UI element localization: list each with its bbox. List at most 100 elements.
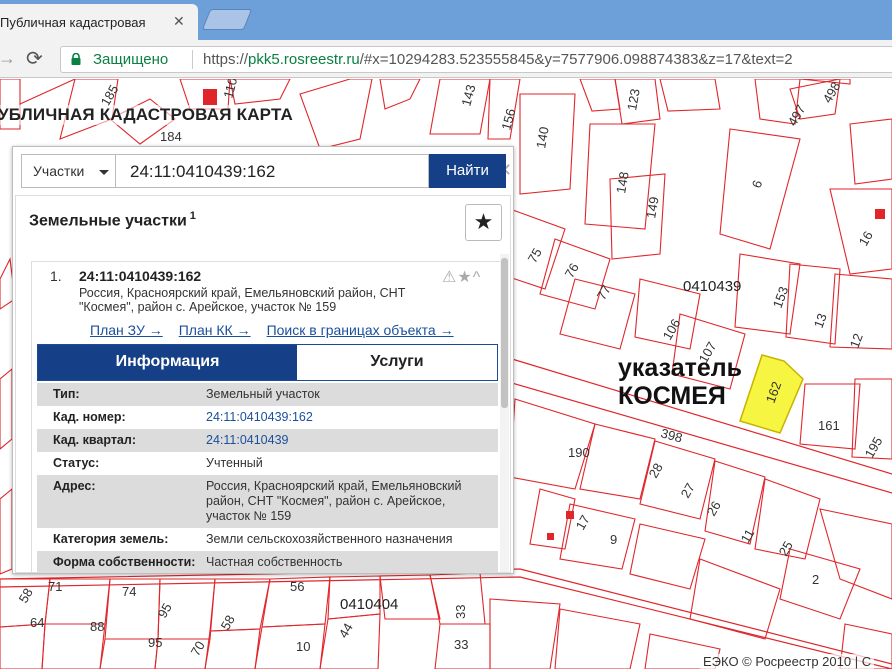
- parcel-label: 16: [856, 228, 876, 248]
- parcel-label: 33: [454, 637, 468, 652]
- annotation-line-2: КОСМЕЯ: [618, 382, 726, 410]
- parcel-label: 77: [594, 282, 614, 302]
- attribute-row: Статус: Учтенный: [37, 452, 498, 475]
- object-type-select[interactable]: Участки: [21, 154, 116, 188]
- address-bar[interactable]: Защищено https://pkk5.rosreestr.ru/#x=10…: [60, 46, 892, 73]
- parcel-label: 9: [610, 532, 617, 547]
- parcel-label: 13: [811, 311, 830, 330]
- url-text[interactable]: https://pkk5.rosreestr.ru/#x=10294283.52…: [203, 51, 793, 68]
- attribute-key: Тип:: [53, 387, 80, 401]
- result-actions-icons[interactable]: ⚠★^: [442, 267, 481, 287]
- parcel-label: 140: [533, 126, 552, 150]
- attribute-row: Категория земель: Земли сельскохозяйствен…: [37, 528, 498, 551]
- attributes-table: Тип: Земельный участок Кад. номер: 24:11:0…: [37, 383, 498, 572]
- attribute-key: Категория земель:: [53, 532, 169, 546]
- attribute-key: Кад. номер:: [53, 410, 126, 424]
- tab-close-icon[interactable]: ✕: [173, 13, 185, 30]
- parcel-label: 149: [643, 196, 662, 220]
- map-marker: [566, 511, 574, 519]
- attribute-value: Учтенный: [206, 456, 263, 470]
- parcel-label: 88: [90, 619, 104, 634]
- parcel-label: 2: [812, 572, 819, 587]
- result-card[interactable]: 1. 24:11:0410439:162 Россия, Красноярски…: [31, 261, 501, 573]
- parcel-label: 70: [188, 638, 208, 658]
- attribute-row: Тип: Земельный участок: [37, 383, 498, 406]
- attribute-value: Частная собственность: [206, 555, 343, 569]
- results-panel: Земельные участки 1 ★ 1. 24:11:0410439:16…: [15, 195, 511, 573]
- result-links: План ЗУ → План КК → Поиск в границах объек…: [90, 322, 470, 338]
- map-title: УБЛИЧНАЯ КАДАСТРОВАЯ КАРТА: [0, 105, 293, 125]
- parcel-label: 74: [122, 584, 136, 599]
- browser-tab-bar: Публичная кадастровая ✕: [0, 0, 892, 40]
- parcel-label: 71: [48, 579, 62, 594]
- favorites-button[interactable]: ★: [465, 204, 502, 241]
- attribute-key: Форма собственности:: [53, 555, 196, 569]
- tab-title: Публичная кадастровая: [0, 15, 146, 30]
- parcel-label: 6: [749, 178, 766, 190]
- result-index: 1.: [50, 268, 62, 284]
- url-host: pkk5.rosreestr.ru: [248, 51, 360, 68]
- tab-services[interactable]: Услуги: [297, 345, 497, 380]
- search-query-text: 24:11:0410439:162: [130, 162, 276, 181]
- attribute-value: Россия, Красноярский край, Емельяновский…: [206, 479, 462, 523]
- parcel-label: 44: [336, 620, 356, 640]
- attribute-key: Кад. квартал:: [53, 433, 136, 447]
- parcel-label: 56: [290, 579, 304, 594]
- attribute-value-link[interactable]: 24:11:0410439:162: [206, 410, 491, 425]
- tab-information[interactable]: Информация: [38, 345, 297, 380]
- reload-icon[interactable]: ⟳: [26, 46, 43, 71]
- parcel-label: 10: [296, 639, 310, 654]
- results-heading-text: Земельные участки: [29, 212, 187, 230]
- search-bar: Участки 24:11:0410439:162 ✕ Найти: [21, 154, 512, 188]
- parcel-label: 156: [498, 107, 518, 132]
- find-button[interactable]: Найти: [429, 154, 506, 188]
- attribute-value: Земельный участок: [206, 387, 320, 401]
- parcel-label: 190: [568, 445, 590, 460]
- map-marker: [875, 209, 885, 219]
- map-marker: [203, 89, 217, 105]
- attribute-value: Земли сельскохозяйственного назначения: [206, 532, 453, 546]
- annotation-line-1: указатель: [618, 354, 743, 382]
- parcel-label: 26: [704, 498, 724, 518]
- parcel-label: 11: [738, 526, 758, 545]
- forward-icon[interactable]: →: [0, 48, 16, 69]
- parcel-label: 64: [30, 615, 44, 630]
- parcel-label: 161: [818, 418, 840, 433]
- parcel-label: 17: [573, 512, 593, 532]
- secure-label: Защищено: [93, 51, 169, 68]
- parcel-label: 143: [458, 83, 478, 108]
- result-tabs: Информация Услуги: [37, 344, 498, 381]
- plan-zu-link[interactable]: План ЗУ →: [90, 322, 163, 338]
- attribute-value-link[interactable]: 24:11:0410439: [206, 433, 491, 448]
- parcel-label: 184: [160, 129, 182, 144]
- object-type-label: Участки: [33, 163, 85, 179]
- address-separator: [192, 50, 193, 69]
- parcel-label: 76: [562, 260, 582, 280]
- plan-kk-link[interactable]: План КК →: [179, 322, 251, 338]
- results-heading: Земельные участки 1: [29, 210, 196, 230]
- lock-icon: [71, 53, 81, 65]
- parcel-label: 106: [660, 316, 684, 342]
- map-copyright: ЕЭКО © Росреестр 2010 | С: [700, 654, 875, 669]
- parcel-label: 398: [659, 425, 684, 445]
- results-count: 1: [189, 210, 196, 222]
- search-within-link[interactable]: Поиск в границах объекта →: [267, 322, 454, 338]
- quarter-label: 0410439: [683, 278, 741, 295]
- search-input[interactable]: 24:11:0410439:162 ✕: [116, 154, 512, 188]
- parcel-label: 25: [776, 538, 796, 558]
- map-annotation: указатель КОСМЕЯ: [618, 354, 742, 410]
- new-tab-button[interactable]: [201, 9, 253, 30]
- parcel-label: 123: [624, 88, 643, 112]
- attribute-row: Кад. номер: 24:11:0410439:162: [37, 406, 498, 429]
- parcel-label: 497: [785, 102, 809, 128]
- attribute-key: Адрес:: [53, 479, 96, 493]
- browser-tab-active[interactable]: Публичная кадастровая ✕: [0, 4, 198, 40]
- parcel-label: 75: [525, 245, 545, 265]
- parcel-label: 95: [148, 635, 162, 650]
- parcel-label: 110: [220, 79, 240, 100]
- parcel-label: 195: [862, 434, 886, 460]
- results-scrollbar-thumb[interactable]: [501, 258, 508, 408]
- map-marker: [547, 533, 554, 540]
- url-path: /#x=10294283.523555845&y=7577906.0988743…: [359, 51, 793, 68]
- quarter-label: 0410404: [340, 596, 398, 613]
